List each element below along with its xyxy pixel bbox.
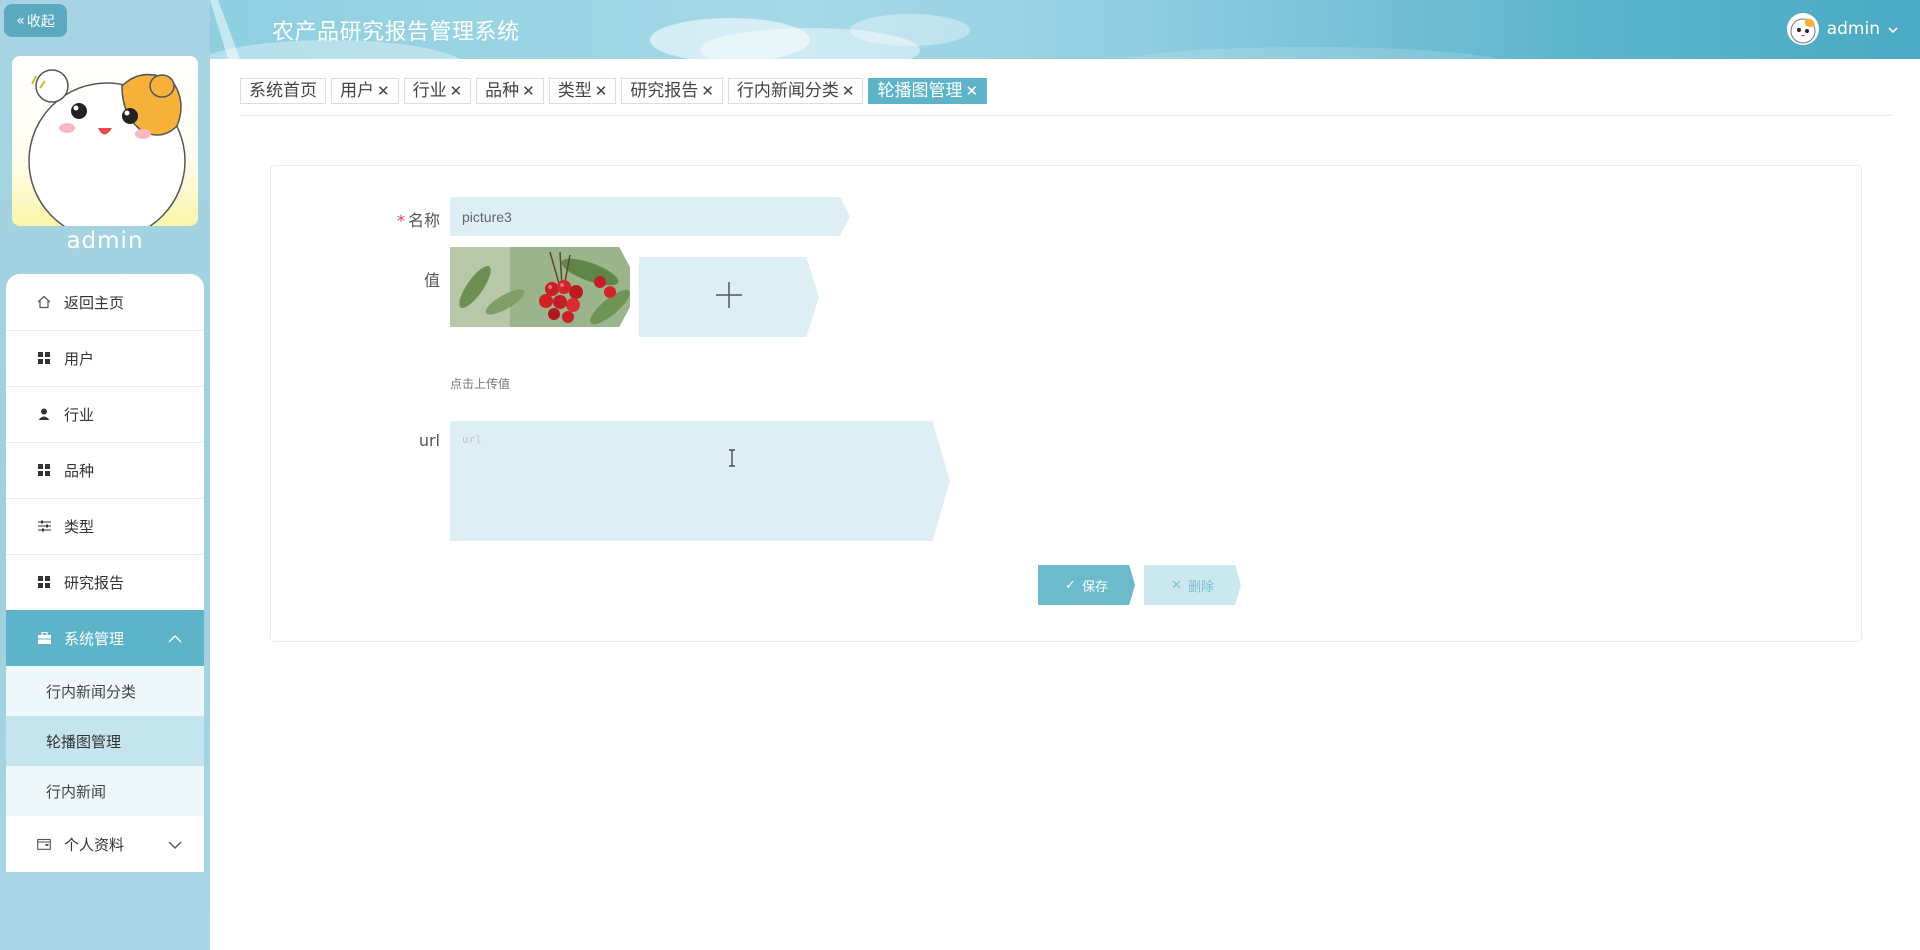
close-icon[interactable]: ✕ [522, 78, 535, 104]
plus-icon [715, 281, 743, 313]
user-dropdown[interactable]: admin [1786, 12, 1898, 46]
sidebar-item-type[interactable]: 类型 [6, 498, 204, 554]
delete-button-label: 删除 [1187, 579, 1214, 595]
text-cursor-icon [728, 449, 736, 471]
chevron-down-icon [168, 836, 182, 854]
hamster-avatar-image [28, 69, 186, 226]
sidebar-subitem-label: 行内新闻分类 [46, 682, 137, 701]
sidebar-menu: 返回主页 用户 行业 品种 类型 研究报告 系统管理 行内新闻分类 轮播图管理 … [6, 274, 204, 872]
tab-users[interactable]: 用户 ✕ [331, 78, 399, 104]
tab-home[interactable]: 系统首页 [240, 78, 326, 104]
close-icon[interactable]: ✕ [701, 78, 714, 104]
sidebar-item-research-report[interactable]: 研究报告 [6, 554, 204, 610]
save-button[interactable]: ✓ 保存 [1038, 565, 1135, 605]
chevron-down-icon [1888, 19, 1898, 39]
sidebar-item-label: 品种 [64, 461, 95, 480]
briefcase-icon [36, 630, 52, 646]
close-icon[interactable]: ✕ [842, 78, 855, 104]
tab-carousel-management[interactable]: 轮播图管理 ✕ [868, 78, 988, 104]
sidebar-item-users[interactable]: 用户 [6, 330, 204, 386]
name-label-text: 名称 [407, 211, 440, 230]
tab-bar-divider [240, 115, 1892, 116]
sidebar-subitem-label: 行内新闻 [46, 782, 107, 801]
sidebar-item-variety[interactable]: 品种 [6, 442, 204, 498]
sidebar-item-label: 个人资料 [64, 835, 125, 854]
sidebar-subitem-carousel-management[interactable]: 轮播图管理 [6, 716, 204, 766]
person-icon [36, 406, 52, 422]
tab-variety[interactable]: 品种 ✕ [476, 78, 544, 104]
required-mark: * [396, 211, 405, 230]
sidebar-subitem-label: 轮播图管理 [46, 732, 122, 751]
tab-bar: 系统首页 用户 ✕ 行业 ✕ 品种 ✕ 类型 ✕ 研究报告 ✕ 行内新闻分类 ✕… [240, 78, 988, 104]
sliders-icon [36, 518, 52, 534]
avatar [12, 56, 198, 226]
sidebar-item-home[interactable]: 返回主页 [6, 274, 204, 330]
name-field[interactable] [450, 197, 850, 236]
tab-label: 品种 [485, 81, 520, 101]
sidebar-subitem-news-category[interactable]: 行内新闻分类 [6, 666, 204, 716]
save-button-label: 保存 [1081, 579, 1108, 595]
tab-label: 行内新闻分类 [736, 81, 839, 101]
sidebar-item-industry[interactable]: 行业 [6, 386, 204, 442]
tab-industry[interactable]: 行业 ✕ [403, 78, 472, 104]
sidebar-item-label: 返回主页 [64, 293, 125, 312]
check-icon: ✓ [1065, 577, 1076, 593]
name-label: * 名称 [330, 207, 440, 231]
grid-icon [36, 350, 52, 366]
tab-label: 类型 [557, 81, 592, 101]
tab-label: 轮播图管理 [877, 81, 963, 101]
collapse-label: 收起 [26, 13, 55, 30]
sidebar-item-label: 用户 [64, 349, 95, 368]
image-upload-button[interactable] [639, 257, 819, 337]
double-chevron-left-icon: « [16, 12, 25, 29]
sidebar-item-system-management[interactable]: 系统管理 [6, 610, 204, 666]
tab-label: 研究报告 [630, 81, 699, 101]
sidebar: « 收起 admin 返回主页 用户 行业 品种 类型 研究报告 系统管理 行内… [0, 0, 210, 950]
top-header: 农产品研究报告管理系统 admin [210, 0, 1920, 59]
value-label: 值 [423, 271, 440, 290]
close-icon[interactable]: ✕ [965, 78, 978, 104]
wallet-icon [36, 836, 52, 852]
cherries-image [450, 247, 630, 327]
upload-tip: 点击上传值 [450, 377, 511, 391]
tab-research-report[interactable]: 研究报告 ✕ [621, 78, 723, 104]
grid-icon [36, 574, 52, 590]
user-avatar [1786, 13, 1819, 45]
url-label: url [418, 431, 440, 450]
close-icon[interactable]: ✕ [377, 78, 390, 104]
sidebar-item-label: 类型 [64, 517, 95, 536]
tab-label: 行业 [412, 81, 447, 101]
collapse-button[interactable]: « 收起 [4, 4, 67, 37]
tab-news-category[interactable]: 行内新闻分类 ✕ [727, 78, 864, 104]
header-username: admin [1826, 19, 1880, 39]
close-icon[interactable]: ✕ [450, 78, 463, 104]
chevron-up-icon [168, 630, 182, 648]
tab-label: 系统首页 [249, 81, 317, 101]
sidebar-item-label: 系统管理 [64, 629, 125, 648]
home-icon [36, 294, 52, 310]
tab-type[interactable]: 类型 ✕ [548, 78, 617, 104]
sidebar-item-profile[interactable]: 个人资料 [6, 816, 204, 872]
url-textarea[interactable] [450, 421, 950, 541]
close-icon: ✕ [1171, 577, 1182, 593]
sidebar-username: admin [66, 228, 144, 254]
app-title: 农产品研究报告管理系统 [272, 20, 520, 45]
sidebar-item-label: 研究报告 [64, 573, 125, 592]
delete-button[interactable]: ✕ 删除 [1144, 565, 1241, 605]
sidebar-subitem-news[interactable]: 行内新闻 [6, 766, 204, 816]
tab-label: 用户 [340, 81, 374, 101]
uploaded-image-preview[interactable] [450, 247, 630, 327]
sidebar-item-label: 行业 [64, 405, 95, 424]
close-icon[interactable]: ✕ [595, 78, 608, 104]
grid-icon [36, 462, 52, 478]
